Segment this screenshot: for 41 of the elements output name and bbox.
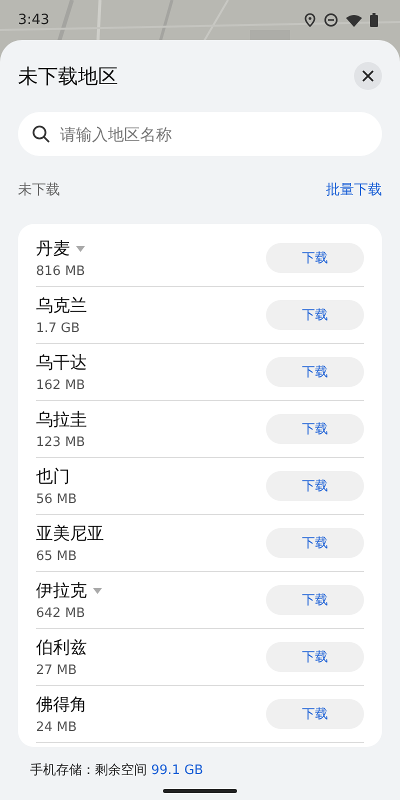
region-name: 乌拉圭 (36, 409, 87, 431)
region-size: 65 MB (36, 549, 78, 564)
region-name: 亚美尼亚 (36, 523, 104, 545)
status-time: 3:43 (18, 12, 50, 28)
download-button[interactable]: 下载 (266, 414, 364, 444)
region-size: 24 MB (36, 720, 78, 735)
region-size: 1.7 GB (36, 321, 81, 336)
caret-icon[interactable] (93, 588, 102, 594)
download-button[interactable]: 下载 (266, 357, 364, 387)
download-button[interactable]: 下载 (266, 528, 364, 558)
do-not-disturb-icon (324, 13, 338, 27)
region-name: 伊拉克 (36, 580, 87, 602)
region-name: 伯利兹 (36, 637, 87, 659)
region-name: 乌干达 (36, 352, 87, 374)
region-name: 丹麦 (36, 238, 70, 260)
region-size: 123 MB (36, 435, 86, 450)
region-size: 816 MB (36, 264, 86, 279)
region-size: 642 MB (36, 606, 86, 621)
search-field[interactable]: 请输入地区名称 (18, 112, 382, 156)
batch-download-link[interactable]: 批量下载 (326, 181, 382, 199)
download-button[interactable]: 下载 (266, 243, 364, 273)
region-size: 56 MB (36, 492, 78, 507)
download-button[interactable]: 下载 (266, 300, 364, 330)
region-size: 27 MB (36, 663, 78, 678)
download-button[interactable]: 下载 (266, 471, 364, 501)
battery-icon (370, 13, 378, 27)
section-label: 未下载 (18, 181, 61, 199)
wifi-icon (346, 14, 362, 26)
storage-info: 手机存储：剩余空间 99.1 GB (29, 762, 204, 779)
region-name: 佛得角 (36, 694, 87, 716)
download-button[interactable]: 下载 (266, 642, 364, 672)
region-size: 162 MB (36, 378, 86, 393)
location-icon (304, 13, 316, 27)
region-name: 也门 (36, 466, 70, 488)
sheet-title: 未下载地区 (18, 62, 119, 90)
download-button[interactable]: 下载 (266, 585, 364, 615)
close-button[interactable] (354, 62, 382, 90)
caret-icon[interactable] (76, 246, 85, 252)
close-icon (362, 70, 374, 82)
download-button[interactable]: 下载 (266, 699, 364, 729)
region-name: 乌克兰 (36, 295, 87, 317)
